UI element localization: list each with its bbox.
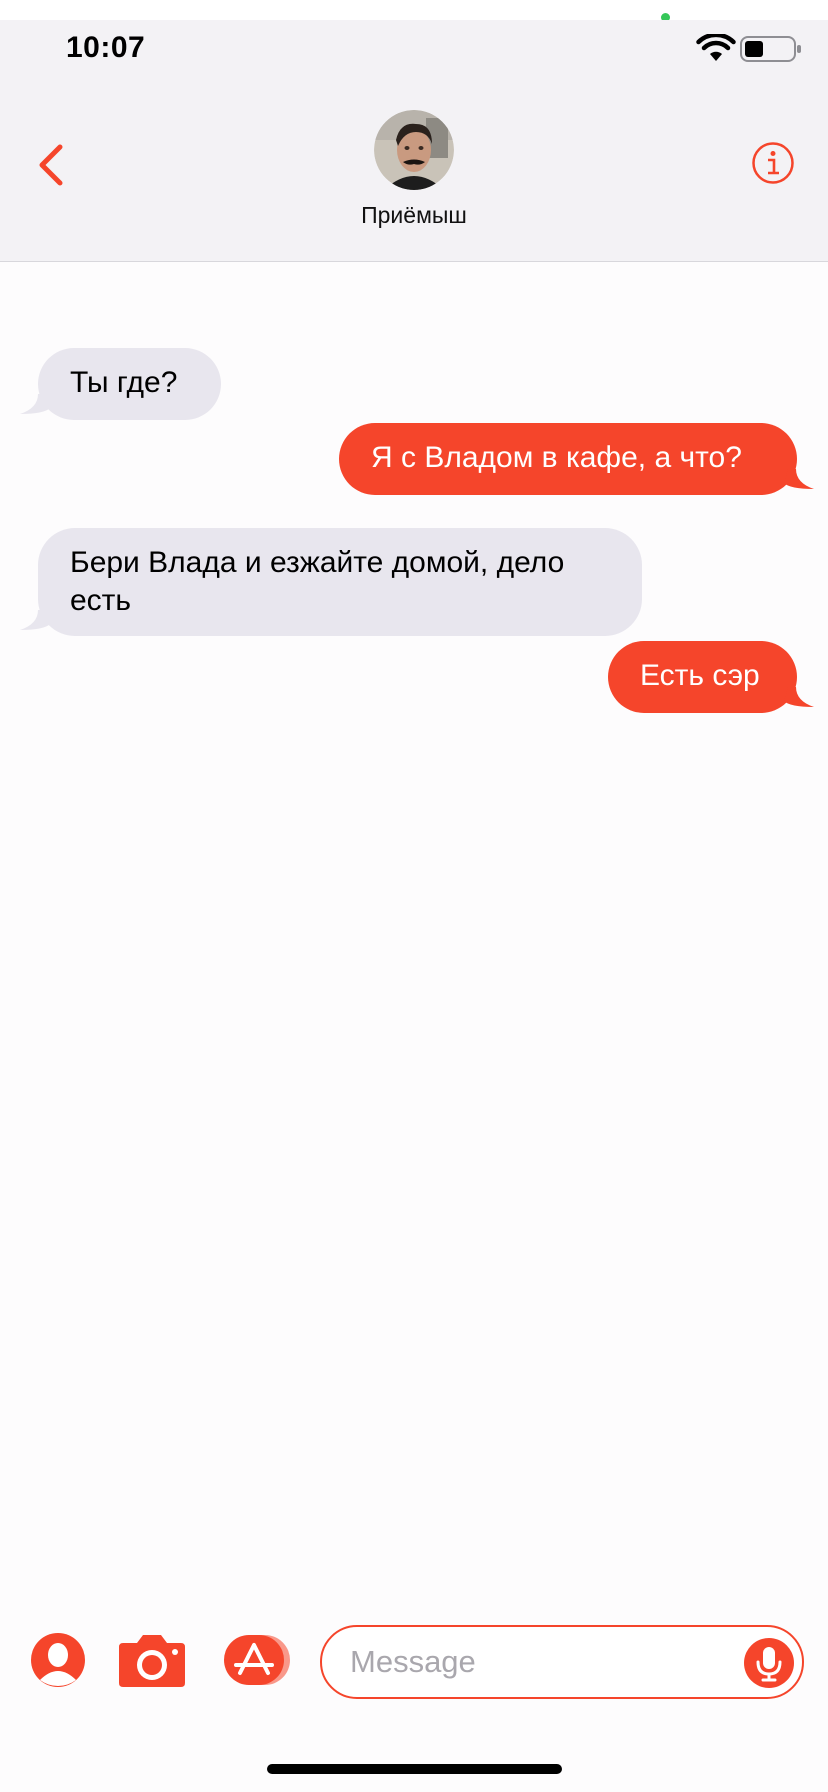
message-bubble-outgoing[interactable]: Я с Владом в кафе, а что?	[339, 423, 797, 495]
bubble-tail	[784, 687, 814, 707]
compose-bar	[0, 1610, 828, 1730]
home-indicator[interactable]	[267, 1764, 562, 1774]
message-text: Есть сэр	[640, 659, 760, 692]
message-field[interactable]	[320, 1625, 804, 1699]
avatar[interactable]	[374, 110, 454, 190]
message-input[interactable]	[350, 1639, 720, 1685]
microphone-button[interactable]	[744, 1638, 794, 1688]
chevron-left-icon[interactable]	[30, 137, 74, 193]
message-bubble-incoming[interactable]: Бери Влада и езжайте домой, дело есть	[38, 528, 642, 636]
battery-icon	[740, 36, 801, 62]
conversation-header: Приёмыш	[0, 81, 828, 262]
bubble-tail	[784, 469, 814, 489]
camera-icon[interactable]	[119, 1633, 185, 1687]
microphone-icon	[756, 1647, 782, 1682]
top-strip	[0, 0, 828, 22]
memoji-icon[interactable]	[30, 1632, 86, 1688]
message-text: Бери Влада и езжайте домой, дело есть	[70, 546, 565, 617]
bubble-tail	[20, 394, 50, 414]
message-text: Ты где?	[70, 366, 178, 399]
status-time: 10:07	[66, 31, 146, 64]
message-bubble-outgoing[interactable]: Есть сэр	[608, 641, 797, 713]
message-text: Я с Владом в кафе, а что?	[371, 441, 742, 474]
app-store-icon[interactable]	[222, 1633, 292, 1687]
message-bubble-incoming[interactable]: Ты где?	[38, 348, 221, 420]
contact-name[interactable]: Приёмыш	[0, 202, 828, 229]
bubble-tail	[20, 610, 50, 630]
info-icon[interactable]	[751, 141, 795, 185]
wifi-icon	[696, 34, 736, 61]
